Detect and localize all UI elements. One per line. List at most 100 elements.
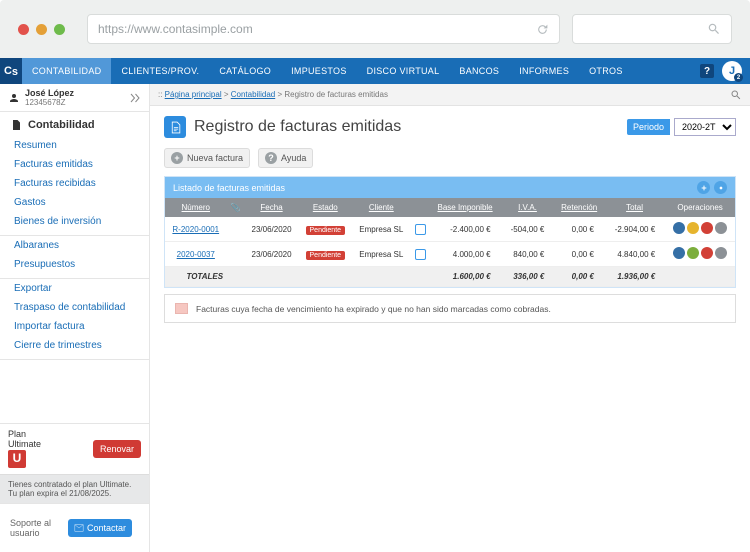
nav-contabilidad[interactable]: CONTABILIDAD [22,58,111,84]
breadcrumb-section[interactable]: Contabilidad [231,90,275,99]
col-attach[interactable]: 📎 [227,198,245,217]
panel-action-icon[interactable] [714,181,727,194]
user-info[interactable]: José López 12345678Z [0,84,149,112]
sidebar-item[interactable]: Facturas emitidas [0,155,149,174]
url-bar[interactable]: https://www.contasimple.com [87,14,560,44]
totals-ret: 0,00 € [554,267,604,287]
period-selector: Periodo 2020-2T [627,118,736,136]
contact-button[interactable]: Contactar [68,519,132,537]
totals-label: TOTALES [165,267,245,287]
col-estado[interactable]: Estado [299,198,352,217]
col-chart[interactable] [411,198,430,217]
col-total[interactable]: Total [604,198,665,217]
sidebar-group-1: Resumen Facturas emitidas Facturas recib… [0,136,149,236]
op-icon[interactable] [701,247,713,259]
new-invoice-button[interactable]: +Nueva factura [164,148,250,168]
plan-logo-icon: U [8,450,26,468]
brand-logo[interactable]: Cs [0,58,22,84]
col-numero[interactable]: Número [165,198,227,217]
op-icon[interactable] [673,247,685,259]
col-iva[interactable]: I.V.A. [501,198,555,217]
legend-swatch [175,303,188,314]
breadcrumb-home[interactable]: Página principal [165,90,222,99]
sidebar-item[interactable]: Gastos [0,193,149,212]
col-fecha[interactable]: Fecha [245,198,299,217]
reload-icon[interactable] [536,23,549,36]
sidebar-item[interactable]: Bienes de inversión [0,212,149,231]
op-icon[interactable] [701,222,713,234]
url-text: https://www.contasimple.com [98,22,253,36]
window-controls [18,24,65,35]
invoice-link[interactable]: 2020-0037 [177,250,215,259]
breadcrumb-bar: :: Página principal > Contabilidad > Reg… [150,84,750,106]
support-box: Soporte al usuario Contactar [0,503,149,552]
toolbar: +Nueva factura ?Ayuda [150,144,750,176]
col-retencion[interactable]: Retención [554,198,604,217]
renew-button[interactable]: Renovar [93,440,141,458]
table-row[interactable]: R-2020-0001 23/06/2020 Pendiente Empresa… [165,217,735,242]
user-avatar[interactable]: J2 [722,61,742,81]
status-badge: Pendiente [306,251,346,260]
sidebar-item[interactable]: Facturas recibidas [0,174,149,193]
sidebar-item[interactable]: Importar factura [0,317,149,336]
sidebar: José López 12345678Z Contabilidad Resume… [0,84,150,552]
cell-ret: 0,00 € [554,242,604,267]
invoice-table: Número 📎 Fecha Estado Cliente Base Impon… [165,198,735,287]
sidebar-item[interactable]: Exportar [0,279,149,298]
op-icon[interactable] [687,247,699,259]
panel-title: Listado de facturas emitidas [173,183,285,193]
cell-cliente: Empresa SL [352,217,411,242]
sidebar-group-3: Exportar Traspaso de contabilidad Import… [0,279,149,360]
table-row[interactable]: 2020-0037 23/06/2020 Pendiente Empresa S… [165,242,735,267]
row-operations [673,247,727,259]
op-icon[interactable] [715,222,727,234]
notification-badge: 2 [734,73,743,82]
op-icon[interactable] [715,247,727,259]
op-icon[interactable] [673,222,685,234]
totals-iva: 336,00 € [501,267,555,287]
nav-otros[interactable]: OTROS [579,58,633,84]
sidebar-item[interactable]: Resumen [0,136,149,155]
close-window-icon[interactable] [18,24,29,35]
sidebar-item[interactable]: Cierre de trimestres [0,336,149,355]
nav-informes[interactable]: INFORMES [509,58,579,84]
nav-disco-virtual[interactable]: DISCO VIRTUAL [357,58,450,84]
panel-action-icon[interactable] [697,181,710,194]
invoice-link[interactable]: R-2020-0001 [172,225,219,234]
cell-base: 4.000,00 € [430,242,501,267]
legend-box: Facturas cuya fecha de vencimiento ha ex… [164,294,736,323]
help-icon[interactable]: ? [700,64,714,78]
cell-cliente: Empresa SL [352,242,411,267]
help-button[interactable]: ?Ayuda [258,148,313,168]
nav-impuestos[interactable]: IMPUESTOS [281,58,357,84]
sidebar-item[interactable]: Presupuestos [0,255,149,274]
nav-catalogo[interactable]: CATÁLOGO [209,58,281,84]
sidebar-item[interactable]: Albaranes [0,236,149,255]
cell-total: -2.904,00 € [604,217,665,242]
totals-base: 1.600,00 € [430,267,501,287]
page-title: Registro de facturas emitidas [194,118,401,136]
user-icon [8,92,20,104]
col-cliente[interactable]: Cliente [352,198,411,217]
nav-clientes[interactable]: CLIENTES/PROV. [111,58,209,84]
collapse-sidebar-icon[interactable] [129,92,141,104]
op-icon[interactable] [687,222,699,234]
search-icon[interactable] [730,89,742,101]
minimize-window-icon[interactable] [36,24,47,35]
browser-search[interactable] [572,14,732,44]
plan-box: Plan Ultimate U Renovar [0,423,149,474]
period-label: Periodo [627,119,670,135]
support-label: Soporte al usuario [10,518,60,538]
period-select[interactable]: 2020-2T [674,118,736,136]
maximize-window-icon[interactable] [54,24,65,35]
browser-chrome: https://www.contasimple.com [0,0,750,58]
chart-icon[interactable] [415,249,426,260]
col-base[interactable]: Base Imponible [430,198,501,217]
chart-icon[interactable] [415,224,426,235]
totals-row: TOTALES 1.600,00 € 336,00 € 0,00 € 1.936… [165,267,735,287]
cell-iva: 840,00 € [501,242,555,267]
main-area: :: Página principal > Contabilidad > Reg… [150,84,750,552]
nav-bancos[interactable]: BANCOS [449,58,509,84]
page-icon [164,116,186,138]
sidebar-item[interactable]: Traspaso de contabilidad [0,298,149,317]
